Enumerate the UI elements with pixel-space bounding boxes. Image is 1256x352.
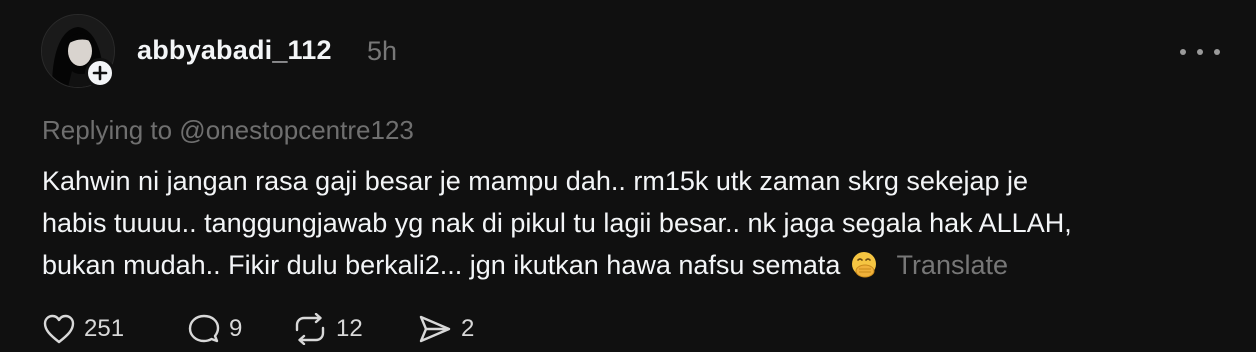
more-button[interactable]	[1180, 38, 1220, 66]
post-text-line: Kahwin ni jangan rasa gaji besar je mamp…	[42, 166, 1029, 196]
follow-button[interactable]	[85, 58, 115, 88]
post-text-line-last: bukan mudah.. Fikir dulu berkali2... jgn…	[42, 244, 1222, 286]
share-count: 2	[461, 315, 475, 342]
repost-button[interactable]: 12	[292, 312, 363, 346]
avatar[interactable]	[41, 14, 117, 90]
more-icon-dot	[1214, 49, 1220, 55]
timestamp: 5h	[367, 36, 398, 66]
like-count: 251	[84, 315, 125, 342]
comment-icon	[188, 314, 220, 343]
username[interactable]: abbyabadi_112	[137, 35, 332, 66]
reply-count: 9	[229, 315, 243, 342]
more-icon	[1180, 49, 1186, 55]
share-button[interactable]: 2	[417, 312, 474, 346]
reply-button[interactable]: 9	[187, 312, 242, 346]
translate-link[interactable]: Translate	[896, 250, 1008, 280]
post-text-line: habis tuuuu.. tanggungjawab yg nak di pi…	[42, 208, 1072, 238]
face-with-hand-over-mouth-icon	[852, 252, 877, 278]
more-icon-dot	[1197, 49, 1203, 55]
replying-to-label[interactable]: Replying to @onestopcentre123	[42, 115, 414, 146]
send-icon	[419, 315, 451, 343]
repost-count: 12	[336, 315, 363, 342]
like-button[interactable]: 251	[42, 312, 124, 346]
heart-icon	[43, 314, 75, 344]
post-text-line: bukan mudah.. Fikir dulu berkali2... jgn…	[42, 250, 841, 280]
repost-icon	[295, 313, 325, 345]
plus-icon	[92, 65, 108, 81]
post-text: Kahwin ni jangan rasa gaji besar je mamp…	[42, 160, 1222, 286]
